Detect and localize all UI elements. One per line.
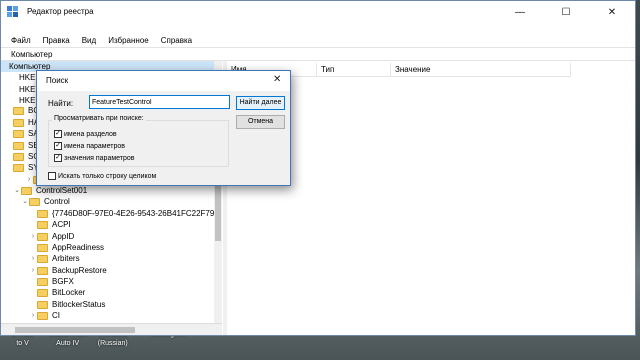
maximize-button[interactable]: ☐ — [543, 1, 589, 23]
tree-item[interactable]: › CI — [29, 310, 60, 321]
option-match-whole-label: Искать только строку целиком — [58, 172, 157, 180]
tree-item-label: ControlSet001 — [36, 186, 88, 195]
tree-item-label: CI — [52, 311, 60, 320]
expand-chevron-icon[interactable]: › — [29, 253, 37, 264]
tree-item[interactable]: BitLocker — [29, 287, 85, 298]
scrollbar-thumb[interactable] — [15, 327, 135, 333]
desktop-icon-label: (Russian) — [97, 340, 128, 347]
search-scope-label: Просматривать при поиске: — [52, 115, 146, 122]
folder-icon — [37, 209, 48, 218]
option-keys[interactable]: ✓ имена разделов — [54, 130, 117, 138]
folder-icon — [13, 163, 24, 172]
option-match-whole[interactable]: Искать только строку целиком — [48, 172, 156, 180]
checkbox-data[interactable]: ✓ — [54, 154, 62, 162]
tree-item[interactable]: ⌄ Control — [21, 196, 70, 207]
folder-icon — [29, 197, 40, 206]
folder-icon — [37, 220, 48, 229]
find-input[interactable] — [89, 95, 230, 109]
expand-chevron-icon[interactable]: ⌄ — [13, 185, 21, 196]
folder-icon — [37, 243, 48, 252]
tree-item-label: {7746D80F-97E0-4E26-9543-26B41FC22F79} — [52, 209, 218, 218]
folder-icon — [37, 254, 48, 263]
tree-item-label: Control — [44, 197, 70, 206]
option-values-label: имена параметров — [64, 142, 125, 150]
tree-item[interactable]: AppReadiness — [29, 242, 104, 253]
tree-item-label: BackupRestore — [52, 266, 107, 275]
tree-horizontal-scrollbar[interactable] — [1, 323, 222, 335]
folder-icon — [37, 266, 48, 275]
folder-icon — [13, 118, 24, 127]
column-header-value[interactable]: Значение — [391, 63, 571, 76]
tree-item[interactable]: › AppID — [29, 231, 74, 242]
maximize-icon: ☐ — [561, 6, 571, 18]
tree-item-label: BitLocker — [52, 288, 86, 297]
title-bar[interactable]: Редактор реестра — ☐ ✕ — [1, 1, 635, 23]
close-button[interactable]: ✕ — [589, 1, 635, 23]
folder-icon — [37, 300, 48, 309]
checkbox-values[interactable]: ✓ — [54, 142, 62, 150]
find-next-button[interactable]: Найти далее — [236, 96, 285, 110]
menu-help[interactable]: Справка — [155, 35, 198, 47]
menu-edit[interactable]: Правка — [37, 35, 76, 47]
folder-icon — [13, 129, 24, 138]
menu-file[interactable]: Файл — [1, 35, 37, 47]
dialog-title-bar[interactable]: Поиск ✕ — [37, 71, 290, 91]
expand-chevron-icon[interactable]: ⌄ — [21, 196, 29, 207]
folder-icon — [13, 141, 24, 150]
desktop-icon-label: to V — [16, 340, 29, 347]
registry-editor-icon — [7, 6, 18, 17]
expand-chevron-icon[interactable]: › — [29, 265, 37, 276]
tree-item-label: AppID — [52, 232, 75, 241]
tree-item[interactable]: BGFX — [29, 276, 74, 287]
checkbox-keys[interactable]: ✓ — [54, 130, 62, 138]
search-scope-group: Просматривать при поиске: ✓ имена раздел… — [48, 115, 229, 167]
option-data-label: значения параметров — [64, 154, 135, 162]
tree-item-label: BGFX — [52, 277, 74, 286]
folder-icon — [13, 106, 24, 115]
find-label: Найти: — [48, 99, 74, 108]
folder-icon — [37, 277, 48, 286]
address-bar[interactable]: Компьютер — [1, 47, 635, 61]
folder-icon — [37, 232, 48, 241]
dialog-title: Поиск — [46, 76, 69, 85]
tree-item[interactable]: ACPI — [29, 219, 71, 230]
tree-item-label: BitlockerStatus — [52, 300, 106, 309]
folder-icon — [13, 152, 24, 161]
desktop-icon-label: Auto IV — [56, 340, 80, 347]
option-data[interactable]: ✓ значения параметров — [54, 154, 135, 162]
folder-icon — [37, 311, 48, 320]
dialog-close-icon[interactable]: ✕ — [273, 74, 281, 85]
tree-item[interactable]: {7746D80F-97E0-4E26-9543-26B41FC22F79} — [29, 208, 217, 219]
tree-item-label: AppReadiness — [52, 243, 105, 252]
tree-item[interactable]: BitlockerStatus — [29, 299, 105, 310]
menu-favorites[interactable]: Избранное — [102, 35, 155, 47]
checkbox-match-whole[interactable] — [48, 172, 56, 180]
minimize-icon: — — [515, 6, 525, 18]
option-values[interactable]: ✓ имена параметров — [54, 142, 125, 150]
option-keys-label: имена разделов — [64, 130, 117, 138]
folder-icon — [37, 288, 48, 297]
window-title: Редактор реестра — [27, 7, 94, 16]
tree-item-label: Arbiters — [52, 254, 80, 263]
expand-chevron-icon[interactable]: › — [29, 310, 37, 321]
folder-icon — [21, 186, 32, 195]
tree-item[interactable]: › Arbiters — [29, 253, 80, 264]
tree-item[interactable]: ⌄ ControlSet001 — [13, 185, 87, 196]
menu-bar: Файл Правка Вид Избранное Справка — [1, 35, 198, 47]
cancel-button[interactable]: Отмена — [236, 115, 285, 129]
menu-view[interactable]: Вид — [76, 35, 102, 47]
tree-item[interactable]: › BackupRestore — [29, 265, 107, 276]
expand-chevron-icon[interactable]: › — [25, 174, 33, 185]
column-header-type[interactable]: Тип — [317, 63, 391, 76]
close-icon: ✕ — [607, 6, 617, 18]
find-dialog: Поиск ✕ Найти: Найти далее Отмена Просма… — [36, 70, 291, 186]
tree-item-label: ACPI — [52, 220, 71, 229]
minimize-button[interactable]: — — [497, 1, 543, 23]
expand-chevron-icon[interactable]: › — [29, 231, 37, 242]
